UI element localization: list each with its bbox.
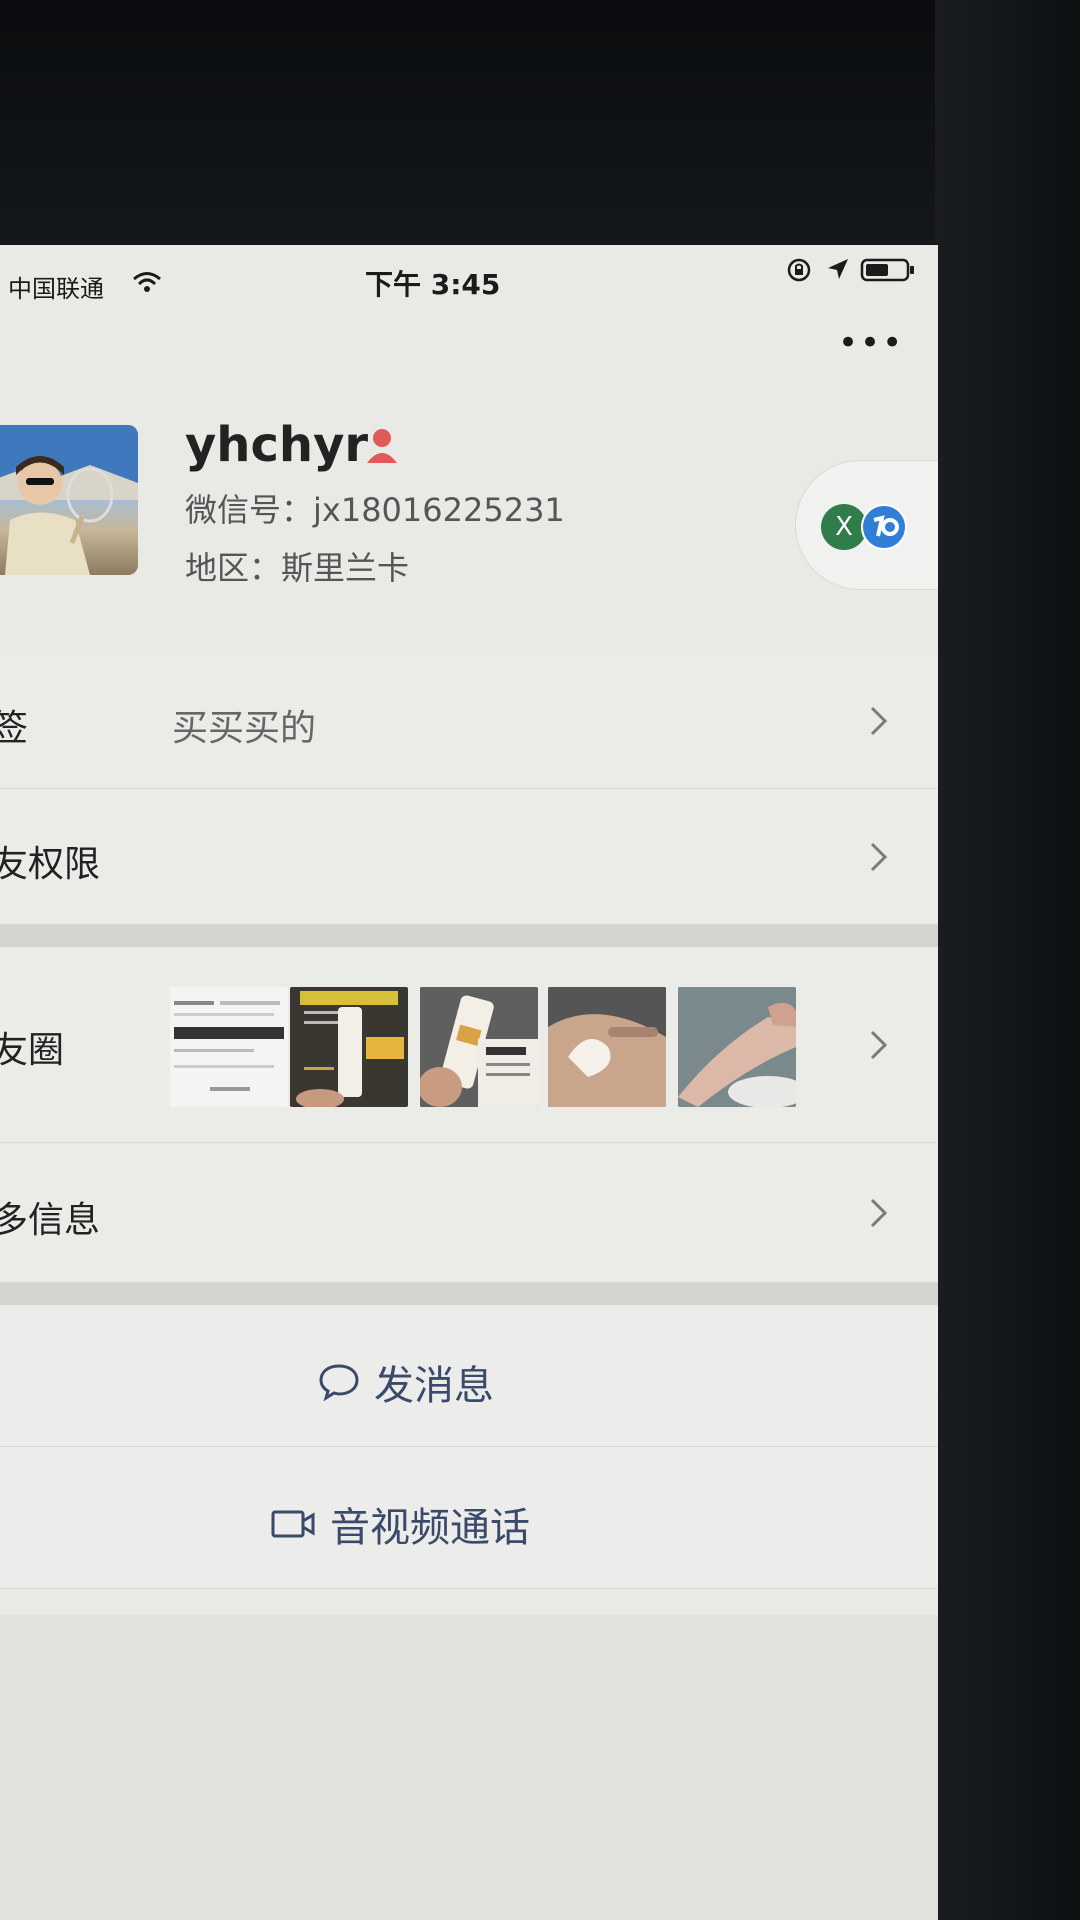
chevron-right-icon: [870, 842, 888, 872]
more-info-label: 多信息: [0, 1200, 101, 1241]
device-bezel-top: [0, 0, 1080, 250]
video-camera-icon: [271, 1510, 315, 1538]
moments-thumbnail: [548, 987, 666, 1107]
empty-bottom-area: [0, 1615, 938, 1920]
send-message-button[interactable]: 发消息: [0, 1305, 938, 1447]
tag-row-label: 签: [0, 708, 29, 749]
tag-row-value: 买买买的: [172, 708, 317, 749]
video-call-label: 音视频通话: [330, 1505, 530, 1551]
tag-row[interactable]: 签 买买买的: [0, 653, 938, 789]
moments-thumbnail: [420, 987, 538, 1107]
wechat-id: 微信号：jx18016225231: [185, 491, 565, 529]
status-time: 下午 3:45: [365, 268, 501, 301]
chevron-right-icon: [870, 706, 888, 736]
moments-thumbnail: [170, 987, 288, 1107]
moments-label: 友圈: [0, 1030, 65, 1071]
region: 地区：斯里兰卡: [185, 549, 410, 587]
section-gap: [0, 1283, 938, 1305]
moments-thumbnail: [290, 987, 408, 1107]
chevron-right-icon: [870, 1030, 888, 1060]
rotation-lock-icon: [787, 258, 811, 282]
more-info-row[interactable]: 多信息: [0, 1143, 938, 1283]
location-icon: [828, 259, 848, 279]
friend-permission-row[interactable]: 友权限: [0, 789, 938, 925]
video-call-button[interactable]: 音视频通话: [0, 1447, 938, 1589]
send-message-label: 发消息: [374, 1363, 494, 1409]
nickname: yhchyr: [185, 417, 369, 473]
avatar[interactable]: [0, 425, 138, 575]
status-pill[interactable]: X: [795, 460, 938, 590]
wifi-icon: [133, 272, 161, 292]
moments-thumbnail: [678, 987, 796, 1107]
female-icon: [367, 429, 397, 463]
app-status-icon: [861, 504, 907, 550]
profile-header: yhchyr 微信号：jx18016225231 地区：斯里兰卡 X: [0, 325, 938, 655]
section-gap: [0, 925, 938, 947]
phone-screen: 中国联通 下午 3:45 ••• yhchyr 微信号：jx1801622523…: [0, 245, 938, 1920]
friend-permission-label: 友权限: [0, 844, 101, 885]
status-bar: 中国联通 下午 3:45: [0, 245, 938, 305]
chevron-right-icon: [870, 1198, 888, 1228]
moments-row[interactable]: 友圈: [0, 947, 938, 1143]
chat-bubble-icon: [319, 1364, 359, 1402]
battery-icon: [860, 258, 914, 282]
carrier-label: 中国联通: [8, 275, 104, 303]
device-bezel-right: [935, 0, 1080, 1920]
